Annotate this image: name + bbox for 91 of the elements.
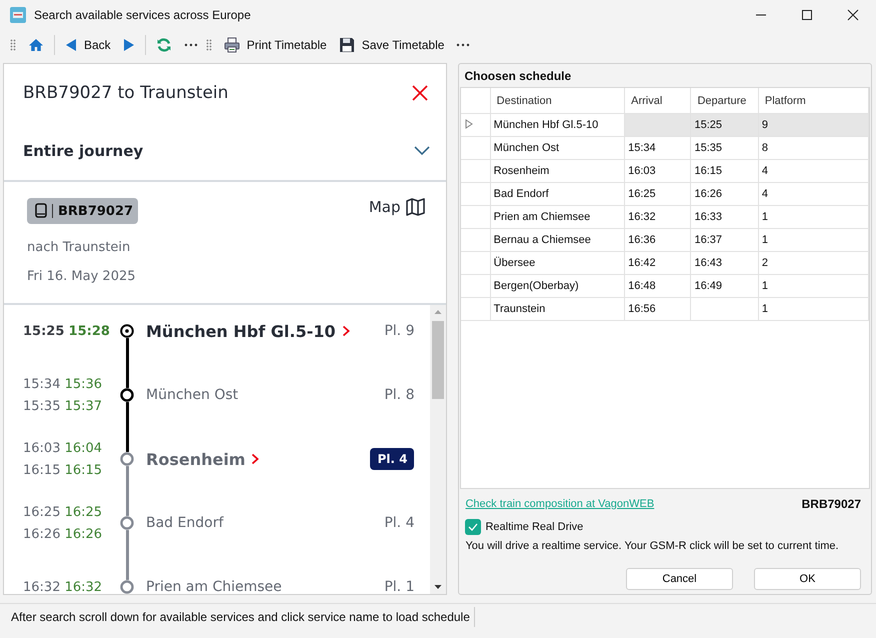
chevron-right-icon xyxy=(251,453,260,465)
platform-badge: Pl. 4 xyxy=(370,448,414,470)
chevron-right-icon xyxy=(342,325,350,337)
table-cell: 16:32 xyxy=(624,206,691,228)
table-cell: 16:36 xyxy=(624,228,691,252)
table-cell: 16:26 xyxy=(690,182,758,206)
table-cell: 1 xyxy=(758,206,868,228)
ok-button[interactable]: OK xyxy=(754,568,861,590)
train-badge: BRB79027 xyxy=(27,198,138,224)
map-icon xyxy=(406,198,426,216)
time-text: 15:25 15:28 xyxy=(23,324,111,338)
table-cell: 4 xyxy=(758,182,868,206)
station-name: München Ost xyxy=(146,387,238,403)
group-title: Choosen schedule xyxy=(463,68,572,85)
table-cell: 16:42 xyxy=(624,252,691,274)
table-cell: 1 xyxy=(758,298,868,320)
table-cell: 16:25 xyxy=(624,182,691,206)
save-button[interactable]: Save Timetable xyxy=(332,32,450,58)
chevron-down-icon xyxy=(414,146,430,156)
platform-text: Pl. 4 xyxy=(384,515,414,531)
train-number: BRB79027 xyxy=(802,497,861,511)
table-cell: 4 xyxy=(758,160,868,182)
maximize-icon xyxy=(801,9,813,21)
realtime-checkbox[interactable] xyxy=(465,519,482,535)
station-link[interactable]: Rosenheim xyxy=(146,450,246,468)
table-cell: 16:03 xyxy=(624,160,691,182)
refresh-icon xyxy=(156,37,172,53)
time-text: 16:25 16:25 xyxy=(23,504,104,520)
time-text: 16:26 16:26 xyxy=(23,526,104,542)
map-button[interactable]: Map xyxy=(368,198,426,220)
table-cell: 9 xyxy=(758,114,868,136)
table-cell: Bergen(Oberbay) xyxy=(490,274,625,298)
checkbox-label: Realtime Real Drive xyxy=(485,521,584,533)
table-cell: 2 xyxy=(758,252,868,274)
table-cell: 16:43 xyxy=(690,252,758,274)
table-cell: 16:37 xyxy=(690,228,758,252)
table-cell: Übersee xyxy=(490,252,625,274)
more-icon xyxy=(184,43,198,47)
table-cell: 1 xyxy=(758,228,868,252)
print-button[interactable]: Print Timetable xyxy=(218,32,333,58)
table-cell: Rosenheim xyxy=(490,160,625,182)
platform-text: Pl. 1 xyxy=(384,579,414,594)
station-link[interactable]: München Hbf Gl.5-10 xyxy=(146,322,336,340)
direction-text: nach Traunstein xyxy=(27,240,132,255)
time-text: 16:03 16:04 xyxy=(23,440,104,456)
station-name: Prien am Chiemsee xyxy=(146,579,282,594)
close-icon xyxy=(412,85,428,101)
table-cell: Prien am Chiemsee xyxy=(490,206,625,228)
table-cell: 15:34 xyxy=(624,136,691,160)
table-cell: 16:48 xyxy=(624,274,691,298)
check-icon xyxy=(468,523,478,531)
table-cell: 16:56 xyxy=(624,298,691,320)
scroll-thumb[interactable] xyxy=(432,321,444,399)
platform-text: Pl. 8 xyxy=(384,387,414,403)
table-cell: München Ost xyxy=(490,136,625,160)
close-button[interactable] xyxy=(412,85,428,101)
window-title: Search available services across Europe xyxy=(34,8,252,22)
back-button[interactable]: Back xyxy=(59,32,117,58)
home-icon xyxy=(28,37,44,53)
journey-section-header[interactable]: Entire journey xyxy=(4,122,446,182)
platform-text: Pl. 9 xyxy=(384,323,414,339)
date-text: Fri 16. May 2025 xyxy=(27,269,137,284)
printer-icon xyxy=(224,37,240,53)
table-cell: Traunstein xyxy=(490,298,625,320)
left-triangle-icon xyxy=(65,38,77,52)
station-name: Bad Endorf xyxy=(146,515,224,531)
row-indicator-icon xyxy=(464,118,474,128)
table-cell: 1 xyxy=(758,274,868,298)
table-cell: 16:49 xyxy=(690,274,758,298)
scrollbar[interactable] xyxy=(430,305,446,594)
time-text: 16:32 16:32 xyxy=(23,580,104,594)
time-text: 16:15 16:15 xyxy=(23,462,104,478)
time-text: 15:35 15:37 xyxy=(23,398,104,414)
table-cell: 15:25 xyxy=(690,114,758,136)
close-icon xyxy=(847,9,859,21)
app-icon xyxy=(10,7,26,23)
table-cell: Bernau a Chiemsee xyxy=(490,228,625,252)
train-icon xyxy=(35,203,47,219)
table-cell: 16:15 xyxy=(690,160,758,182)
cancel-button[interactable]: Cancel xyxy=(626,568,733,590)
table-cell: 8 xyxy=(758,136,868,160)
right-triangle-icon xyxy=(122,38,135,52)
table-cell: Bad Endorf xyxy=(490,182,625,206)
realtime-note: You will drive a realtime service. Your GSM-R click will be set to current time. xyxy=(465,540,840,552)
table-cell: 16:33 xyxy=(690,206,758,228)
table-cell: München Hbf Gl.5-10 xyxy=(490,114,625,136)
journey-title: BRB79027 to Traunstein xyxy=(23,83,228,103)
more-icon xyxy=(456,43,470,47)
table-cell: 15:35 xyxy=(690,136,758,160)
time-text: 15:34 15:36 xyxy=(23,376,104,392)
status-text: After search scroll down for available services and click service name to load schedule xyxy=(11,606,475,626)
